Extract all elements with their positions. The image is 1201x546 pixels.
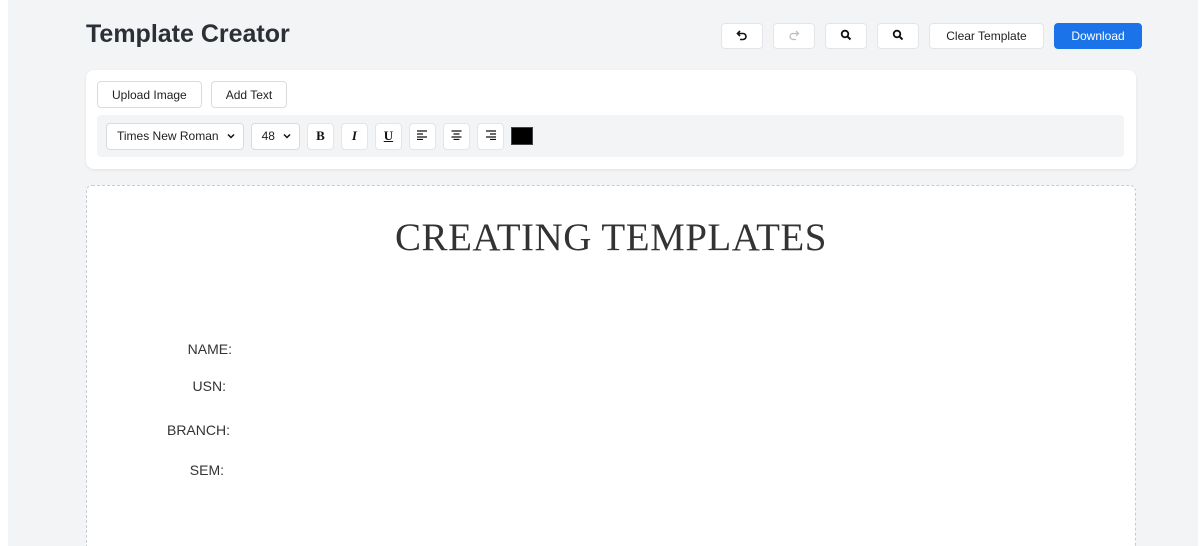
text-format-bar: Times New Roman 48 B I U xyxy=(97,115,1124,157)
zoom-in-icon xyxy=(840,29,852,44)
editor-toolbar: Upload Image Add Text Times New Roman 48… xyxy=(86,70,1136,169)
bold-button[interactable]: B xyxy=(306,122,334,150)
app-container: Template Creator Clear Template Download xyxy=(8,0,1198,546)
font-size-select[interactable]: 48 xyxy=(250,122,300,150)
font-size-value: 48 xyxy=(261,129,275,143)
italic-button[interactable]: I xyxy=(340,122,368,150)
top-action-bar: Clear Template Download xyxy=(721,23,1142,49)
text-color-picker[interactable] xyxy=(510,127,533,145)
align-right-button[interactable] xyxy=(476,122,504,150)
redo-icon xyxy=(788,29,800,44)
font-family-value: Times New Roman xyxy=(117,129,219,143)
underline-button[interactable]: U xyxy=(374,122,402,150)
zoom-out-icon xyxy=(892,29,904,44)
canvas-title-text[interactable]: CREATING TEMPLATES xyxy=(87,215,1135,260)
zoom-in-button[interactable] xyxy=(825,23,867,49)
field-label-sem[interactable]: SEM: xyxy=(74,462,224,478)
chevron-down-icon xyxy=(227,132,235,140)
align-right-icon xyxy=(485,128,496,144)
field-label-branch[interactable]: BRANCH: xyxy=(80,422,230,438)
clear-template-button[interactable]: Clear Template xyxy=(929,23,1044,49)
undo-icon xyxy=(736,29,748,44)
page-title: Template Creator xyxy=(86,20,290,48)
chevron-down-icon xyxy=(283,132,291,140)
field-label-name[interactable]: NAME: xyxy=(82,341,232,357)
field-label-usn[interactable]: USN: xyxy=(76,378,226,394)
download-button[interactable]: Download xyxy=(1054,23,1142,49)
template-canvas[interactable]: CREATING TEMPLATES NAME: USN: BRANCH: SE… xyxy=(86,185,1136,546)
insert-actions: Upload Image Add Text xyxy=(97,81,288,108)
zoom-out-button[interactable] xyxy=(877,23,919,49)
align-center-button[interactable] xyxy=(442,122,470,150)
add-text-button[interactable]: Add Text xyxy=(210,81,288,108)
undo-button[interactable] xyxy=(721,23,763,49)
upload-image-button[interactable]: Upload Image xyxy=(97,81,202,108)
font-family-select[interactable]: Times New Roman xyxy=(106,122,244,150)
align-center-icon xyxy=(451,128,462,144)
align-left-button[interactable] xyxy=(408,122,436,150)
align-left-icon xyxy=(416,128,428,144)
redo-button[interactable] xyxy=(773,23,815,49)
